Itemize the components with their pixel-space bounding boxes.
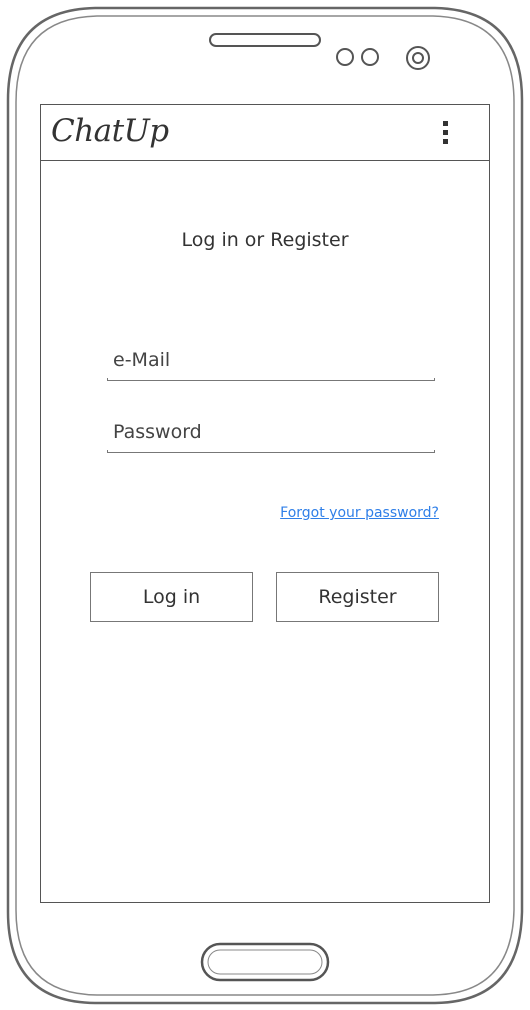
phone-screen: ChatUp Log in or Register e-Mail Passwor… <box>40 104 490 903</box>
login-button[interactable]: Log in <box>90 572 253 622</box>
email-placeholder: e-Mail <box>113 349 171 371</box>
app-title: ChatUp <box>51 113 169 149</box>
home-button[interactable] <box>200 942 330 982</box>
email-underline <box>107 378 435 381</box>
sensor-icon <box>336 48 354 66</box>
sensor-icon <box>361 48 379 66</box>
register-button[interactable]: Register <box>276 572 439 622</box>
front-camera-icon <box>406 46 430 70</box>
page-heading: Log in or Register <box>181 229 349 251</box>
app-bar: ChatUp <box>41 105 489 161</box>
password-placeholder: Password <box>113 421 202 443</box>
overflow-menu-icon[interactable] <box>443 121 449 145</box>
forgot-password-link[interactable]: Forgot your password? <box>280 505 439 521</box>
email-field[interactable]: e-Mail <box>107 343 435 381</box>
password-field[interactable]: Password <box>107 415 435 453</box>
password-underline <box>107 450 435 453</box>
speaker-grille-icon <box>209 33 321 47</box>
